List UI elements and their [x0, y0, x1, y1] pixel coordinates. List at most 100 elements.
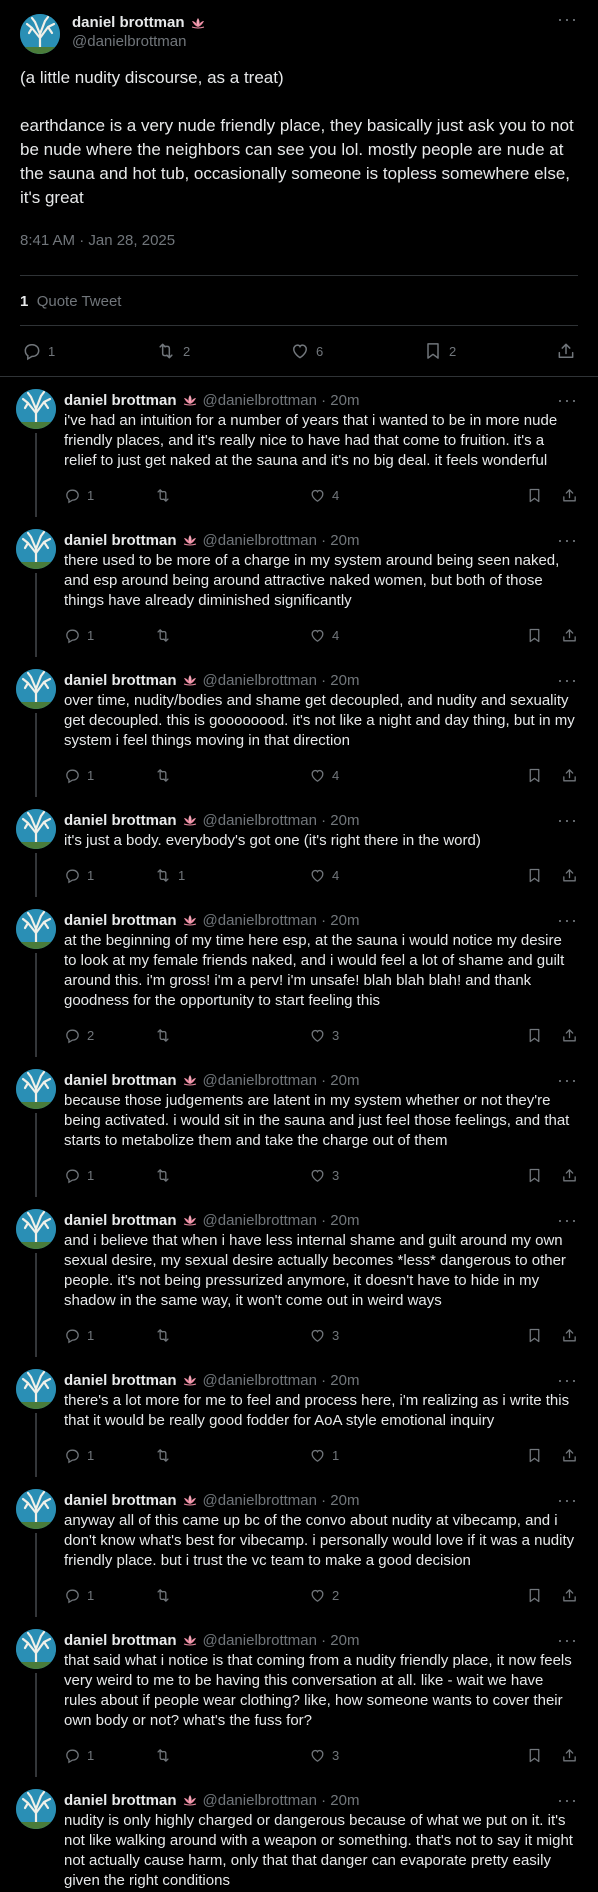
reply-tweet[interactable]: daniel brottman @danielbrottman · 20m ··· n…	[16, 1789, 578, 1892]
bookmark-button[interactable]	[526, 487, 543, 504]
reply-button[interactable]: 1	[64, 1587, 154, 1604]
bookmark-button[interactable]	[526, 1587, 543, 1604]
more-icon[interactable]: ···	[557, 1371, 578, 1389]
more-icon[interactable]: ···	[557, 671, 578, 689]
author-name[interactable]: daniel brottman	[72, 14, 185, 32]
reply-button[interactable]: 1	[64, 1447, 154, 1464]
repost-button[interactable]	[154, 1027, 309, 1044]
reply-button[interactable]: 1	[22, 341, 55, 361]
share-button[interactable]	[561, 767, 578, 784]
reply-tweet[interactable]: daniel brottman @danielbrottman · 20m ··· b…	[16, 1069, 578, 1197]
more-icon[interactable]: ···	[557, 1211, 578, 1229]
avatar[interactable]	[16, 669, 56, 709]
author-handle-time[interactable]: @danielbrottman · 20m	[203, 912, 360, 929]
repost-button[interactable]	[154, 1167, 309, 1184]
author-handle-time[interactable]: @danielbrottman · 20m	[203, 1212, 360, 1229]
repost-button[interactable]	[154, 1327, 309, 1344]
share-button[interactable]	[561, 1167, 578, 1184]
author-handle-time[interactable]: @danielbrottman · 20m	[203, 392, 360, 409]
post-timestamp[interactable]: 8:41 AM · Jan 28, 2025	[20, 232, 578, 252]
bookmark-button[interactable]	[526, 627, 543, 644]
author-name[interactable]: daniel brottman	[64, 1632, 177, 1649]
author-handle-time[interactable]: @danielbrottman · 20m	[203, 1492, 360, 1509]
reply-button[interactable]: 1	[64, 1327, 154, 1344]
avatar[interactable]	[16, 1489, 56, 1529]
author-handle-time[interactable]: @danielbrottman · 20m	[203, 1072, 360, 1089]
more-icon[interactable]: ···	[557, 1791, 578, 1809]
like-button[interactable]: 4	[309, 867, 429, 884]
bookmark-button[interactable]	[526, 1447, 543, 1464]
reply-tweet[interactable]: daniel brottman @danielbrottman · 20m ··· t…	[16, 1629, 578, 1777]
reply-tweet[interactable]: daniel brottman @danielbrottman · 20m ··· t…	[16, 1369, 578, 1477]
reply-tweet[interactable]: daniel brottman @danielbrottman · 20m ··· o…	[16, 669, 578, 797]
reply-button[interactable]: 1	[64, 487, 154, 504]
avatar[interactable]	[20, 14, 60, 54]
author-name[interactable]: daniel brottman	[64, 912, 177, 929]
repost-button[interactable]	[154, 767, 309, 784]
more-icon[interactable]: ···	[557, 391, 578, 409]
more-icon[interactable]: ···	[557, 1071, 578, 1089]
more-icon[interactable]: ···	[557, 811, 578, 829]
reply-button[interactable]: 1	[64, 767, 154, 784]
repost-button[interactable]	[154, 1747, 309, 1764]
author-handle-time[interactable]: @danielbrottman · 20m	[203, 1792, 360, 1809]
share-button[interactable]	[561, 1587, 578, 1604]
repost-button[interactable]: 2	[155, 341, 190, 361]
more-icon[interactable]: ···	[557, 911, 578, 929]
like-button[interactable]: 6	[290, 341, 323, 361]
like-button[interactable]: 3	[309, 1027, 429, 1044]
author-name[interactable]: daniel brottman	[64, 532, 177, 549]
bookmark-button[interactable]	[526, 1747, 543, 1764]
bookmark-button[interactable]	[526, 1167, 543, 1184]
like-button[interactable]: 3	[309, 1327, 429, 1344]
author-handle-time[interactable]: @danielbrottman · 20m	[203, 1372, 360, 1389]
quote-tweets-row[interactable]: 1 Quote Tweet	[20, 276, 578, 325]
share-button[interactable]	[561, 867, 578, 884]
reply-button[interactable]: 1	[64, 1747, 154, 1764]
share-button[interactable]	[561, 627, 578, 644]
reply-button[interactable]: 1	[64, 867, 154, 884]
author-handle-time[interactable]: @danielbrottman · 20m	[203, 1632, 360, 1649]
share-button[interactable]	[561, 1027, 578, 1044]
author-name[interactable]: daniel brottman	[64, 672, 177, 689]
author-name[interactable]: daniel brottman	[64, 1372, 177, 1389]
avatar[interactable]	[16, 909, 56, 949]
author-handle[interactable]: @danielbrottman	[72, 32, 557, 52]
bookmark-button[interactable]	[526, 1027, 543, 1044]
reply-button[interactable]: 1	[64, 627, 154, 644]
like-button[interactable]: 4	[309, 487, 429, 504]
more-icon[interactable]: ···	[557, 10, 578, 28]
repost-button[interactable]	[154, 1587, 309, 1604]
share-button[interactable]	[561, 1747, 578, 1764]
more-icon[interactable]: ···	[557, 531, 578, 549]
repost-button[interactable]: 1	[154, 867, 309, 884]
more-icon[interactable]: ···	[557, 1631, 578, 1649]
avatar[interactable]	[16, 1209, 56, 1249]
bookmark-button[interactable]: 2	[423, 341, 456, 361]
more-icon[interactable]: ···	[557, 1491, 578, 1509]
like-button[interactable]: 1	[309, 1447, 429, 1464]
share-button[interactable]	[561, 1447, 578, 1464]
reply-tweet[interactable]: daniel brottman @danielbrottman · 20m ··· a…	[16, 1209, 578, 1357]
avatar[interactable]	[16, 389, 56, 429]
like-button[interactable]: 2	[309, 1587, 429, 1604]
avatar[interactable]	[16, 809, 56, 849]
reply-tweet[interactable]: daniel brottman @danielbrottman · 20m ··· a…	[16, 1489, 578, 1617]
like-button[interactable]: 3	[309, 1747, 429, 1764]
author-name[interactable]: daniel brottman	[64, 812, 177, 829]
repost-button[interactable]	[154, 487, 309, 504]
author-name[interactable]: daniel brottman	[64, 1212, 177, 1229]
reply-tweet[interactable]: daniel brottman @danielbrottman · 20m ··· t…	[16, 529, 578, 657]
share-button[interactable]	[561, 1327, 578, 1344]
reply-tweet[interactable]: daniel brottman @danielbrottman · 20m ··· i…	[16, 809, 578, 897]
like-button[interactable]: 4	[309, 627, 429, 644]
reply-tweet[interactable]: daniel brottman @danielbrottman · 20m ··· a…	[16, 909, 578, 1057]
avatar[interactable]	[16, 1069, 56, 1109]
author-name[interactable]: daniel brottman	[64, 1072, 177, 1089]
avatar[interactable]	[16, 1629, 56, 1669]
bookmark-button[interactable]	[526, 767, 543, 784]
author-name[interactable]: daniel brottman	[64, 1492, 177, 1509]
share-button[interactable]	[561, 487, 578, 504]
reply-button[interactable]: 2	[64, 1027, 154, 1044]
author-handle-time[interactable]: @danielbrottman · 20m	[203, 672, 360, 689]
